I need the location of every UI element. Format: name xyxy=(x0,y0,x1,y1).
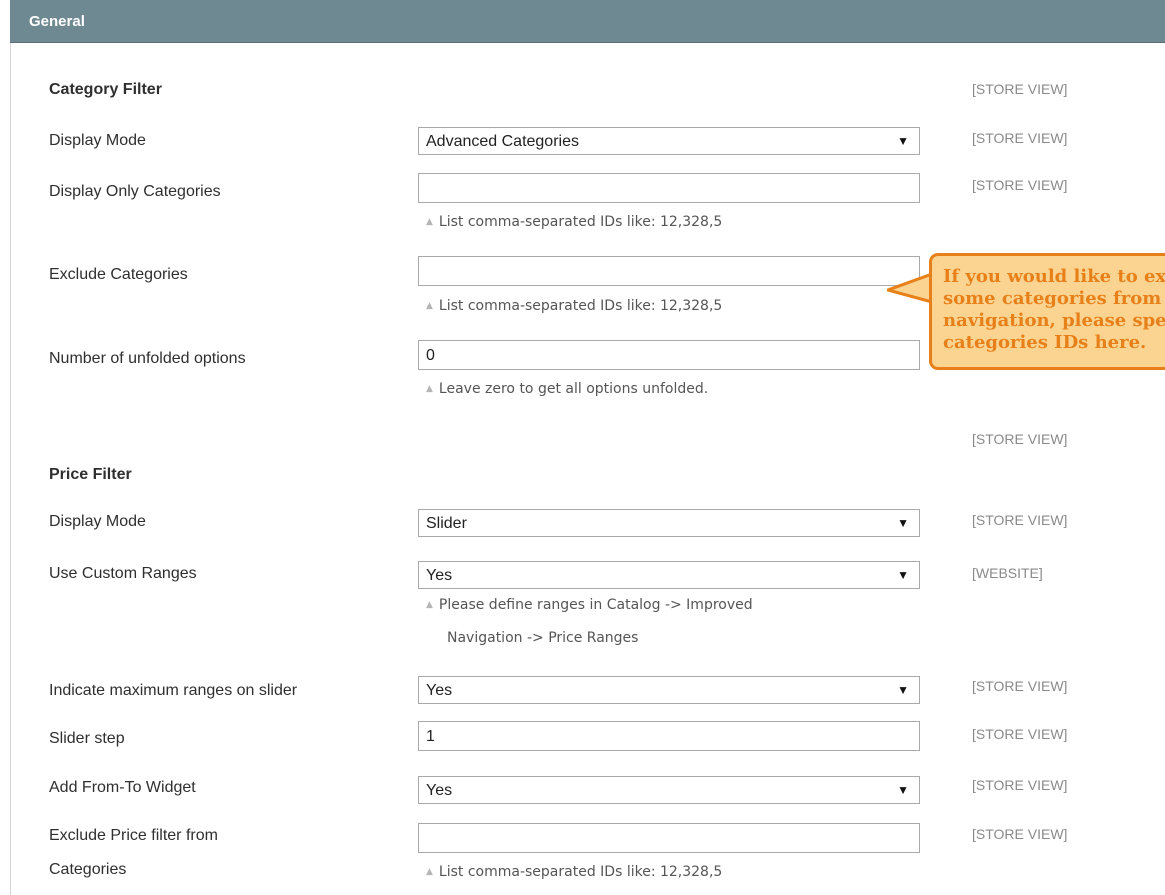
note-text-line1: Please define ranges in Catalog -> Impro… xyxy=(438,597,753,613)
scope-label: [STORE VIEW] xyxy=(972,431,1068,447)
exclude-price-label-line1: Exclude Price filter from xyxy=(49,827,218,844)
unfolded-options-label: Number of unfolded options xyxy=(49,350,246,367)
dropdown-arrow-icon: ▼ xyxy=(897,134,909,148)
callout-pointer xyxy=(887,272,933,304)
category-filter-heading: Category Filter xyxy=(49,81,162,98)
display-only-categories-label: Display Only Categories xyxy=(49,183,221,200)
note-triangle-icon: ▲ xyxy=(426,384,433,394)
display-only-categories-input[interactable] xyxy=(418,173,920,203)
from-to-widget-label: Add From-To Widget xyxy=(49,779,196,796)
scope-label: [STORE VIEW] xyxy=(972,177,1068,193)
note-text: Leave zero to get all options unfolded. xyxy=(438,381,709,397)
slider-step-label: Slider step xyxy=(49,730,125,747)
scope-label: [STORE VIEW] xyxy=(972,81,1068,97)
scope-label: [STORE VIEW] xyxy=(972,130,1068,146)
note-triangle-icon: ▲ xyxy=(426,217,433,227)
exclude-categories-note: ▲ List comma-separated IDs like: 12,328,5 xyxy=(426,298,722,314)
dropdown-arrow-icon: ▼ xyxy=(897,568,909,582)
unfolded-options-input[interactable]: 0 xyxy=(418,340,920,370)
scope-label: [STORE VIEW] xyxy=(972,512,1068,528)
exclude-price-input[interactable] xyxy=(418,823,920,853)
price-filter-heading: Price Filter xyxy=(49,466,132,483)
callout-balloon: If you would like to exclude some catego… xyxy=(929,253,1165,370)
cat-display-mode-label: Display Mode xyxy=(49,132,146,149)
slider-step-input[interactable]: 1 xyxy=(418,721,920,751)
selected-value: Yes xyxy=(426,567,453,584)
input-value: 1 xyxy=(426,728,435,745)
scope-label: [STORE VIEW] xyxy=(972,826,1068,842)
section-title: General xyxy=(29,13,85,30)
exclude-price-label-line2: Categories xyxy=(49,861,127,878)
selected-value: Advanced Categories xyxy=(426,133,579,150)
price-display-mode-label: Display Mode xyxy=(49,513,146,530)
unfolded-options-note: ▲ Leave zero to get all options unfolded. xyxy=(426,381,708,397)
exclude-price-note: ▲ List comma-separated IDs like: 12,328,5 xyxy=(426,864,722,880)
display-only-categories-note: ▲ List comma-separated IDs like: 12,328,5 xyxy=(426,214,722,230)
max-ranges-label: Indicate maximum ranges on slider xyxy=(49,682,298,699)
exclude-categories-label: Exclude Categories xyxy=(49,266,188,283)
callout-text: If you would like to exclude some catego… xyxy=(943,266,1165,353)
note-triangle-icon: ▲ xyxy=(426,600,433,610)
scope-label: [STORE VIEW] xyxy=(972,726,1068,742)
use-custom-ranges-note-line2: Navigation -> Price Ranges xyxy=(447,630,639,646)
use-custom-ranges-select[interactable]: Yes ▼ xyxy=(418,561,920,589)
selected-value: Slider xyxy=(426,515,467,532)
note-text: List comma-separated IDs like: 12,328,5 xyxy=(438,298,723,314)
scope-label: [STORE VIEW] xyxy=(972,777,1068,793)
use-custom-ranges-note: ▲ Please define ranges in Catalog -> Impr… xyxy=(426,597,753,613)
dropdown-arrow-icon: ▼ xyxy=(897,516,909,530)
selected-value: Yes xyxy=(426,782,453,799)
selected-value: Yes xyxy=(426,682,453,699)
note-text: List comma-separated IDs like: 12,328,5 xyxy=(438,864,723,880)
dropdown-arrow-icon: ▼ xyxy=(897,783,909,797)
from-to-widget-select[interactable]: Yes ▼ xyxy=(418,776,920,804)
note-triangle-icon: ▲ xyxy=(426,867,433,877)
dropdown-arrow-icon: ▼ xyxy=(897,683,909,697)
scope-label: [WEBSITE] xyxy=(972,565,1043,581)
exclude-categories-input[interactable] xyxy=(418,256,920,286)
note-text: List comma-separated IDs like: 12,328,5 xyxy=(438,214,723,230)
price-display-mode-select[interactable]: Slider ▼ xyxy=(418,509,920,537)
section-header-general[interactable]: General xyxy=(10,0,1165,43)
scope-label: [STORE VIEW] xyxy=(972,678,1068,694)
max-ranges-select[interactable]: Yes ▼ xyxy=(418,676,920,704)
input-value: 0 xyxy=(426,347,435,364)
note-triangle-icon: ▲ xyxy=(426,301,433,311)
cat-display-mode-select[interactable]: Advanced Categories ▼ xyxy=(418,127,920,155)
use-custom-ranges-label: Use Custom Ranges xyxy=(49,565,197,582)
